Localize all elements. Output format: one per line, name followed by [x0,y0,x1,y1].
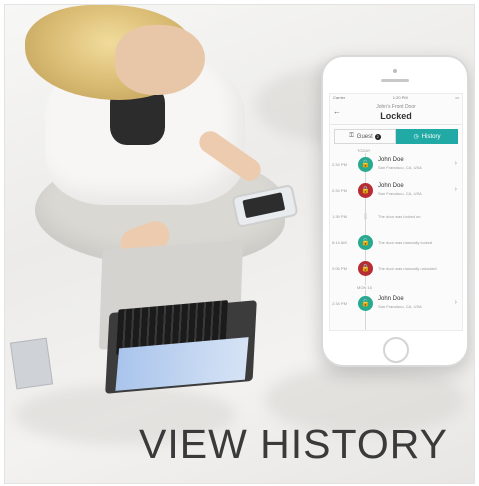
history-timeline: TODAY 2:34 PM 🔓 John Doe San Francisco, … [330,148,462,330]
row-time: 2:06 PM [332,266,347,271]
day-label: MON 15 [356,285,373,290]
row-time: 1:39 PM [332,214,347,219]
row-user-name: John Doe [378,157,404,163]
locked-lock-icon: 🔒 [358,261,373,276]
unlocked-lock-icon: 🔓 [358,296,373,311]
clock-icon: ◷ [413,134,419,140]
tablet-device [9,337,54,390]
row-message: The door was locked on [378,214,421,219]
row-time: 8:14 AM [332,240,347,245]
tab-guest[interactable]: ⚿ Guest 2 [334,129,396,144]
document-icon: ▯ [363,213,368,220]
tab-history[interactable]: ◷ History [396,129,458,144]
row-message: The door was manually unlocked [378,266,437,271]
chevron-right-icon: › [454,299,457,306]
history-row: 2:06 PM 🔒 The door was manually unlocked [330,258,462,280]
day-label: TODAY [356,148,372,153]
chevron-right-icon: › [454,160,457,167]
app-header: ← John's Front Door Locked [330,102,462,125]
tab-bar: ⚿ Guest 2 ◷ History [334,129,458,144]
history-row: 1:39 PM ▯ The door was locked on [330,206,462,228]
tab-guest-label: Guest [356,133,373,140]
home-button [383,337,409,363]
row-location: San Francisco, CA, USA [378,304,422,309]
phone-speaker [381,79,409,82]
row-message: The door was manually locked [378,240,433,245]
door-name: John's Front Door [376,104,416,110]
unlocked-lock-icon: 🔓 [358,157,373,172]
headline-text: VIEW HISTORY [139,421,448,467]
row-user-name: John Doe [378,183,404,189]
status-bar: Carrier 1:20 PM ▭ [330,94,462,102]
row-time: 2:34 PM [332,162,347,167]
status-carrier: Carrier [333,95,346,100]
row-time: 2:34 PM [332,188,347,193]
row-user-name: John Doe [378,296,404,302]
phone-camera [393,69,397,73]
locked-lock-icon: 🔒 [358,183,373,198]
tab-history-label: History [421,133,441,140]
row-time: 2:34 PM [332,301,347,306]
product-image: Carrier 1:20 PM ▭ ← John's Front Door Lo… [4,4,475,484]
phone-mockup: Carrier 1:20 PM ▭ ← John's Front Door Lo… [321,55,469,367]
guest-count-badge: 2 [374,133,381,140]
history-row[interactable]: 2:34 PM 🔓 John Doe San Francisco, CA, US… [330,293,462,315]
unlocked-lock-icon: 🔓 [358,235,373,250]
status-time: 1:20 PM [392,95,408,100]
chevron-right-icon: › [454,186,457,193]
row-location: San Francisco, CA, USA [378,165,422,170]
history-row[interactable]: 2:34 PM 🔒 John Doe San Francisco, CA, US… [330,180,462,202]
phone-screen: Carrier 1:20 PM ▭ ← John's Front Door Lo… [329,93,463,331]
battery-icon: ▭ [455,95,459,100]
history-row: 8:14 AM 🔓 The door was manually locked [330,232,462,254]
row-location: San Francisco, CA, USA [378,191,422,196]
history-row[interactable]: 2:34 PM 🔓 John Doe San Francisco, CA, US… [330,154,462,176]
door-state: Locked [380,111,412,121]
key-icon: ⚿ [349,133,354,139]
